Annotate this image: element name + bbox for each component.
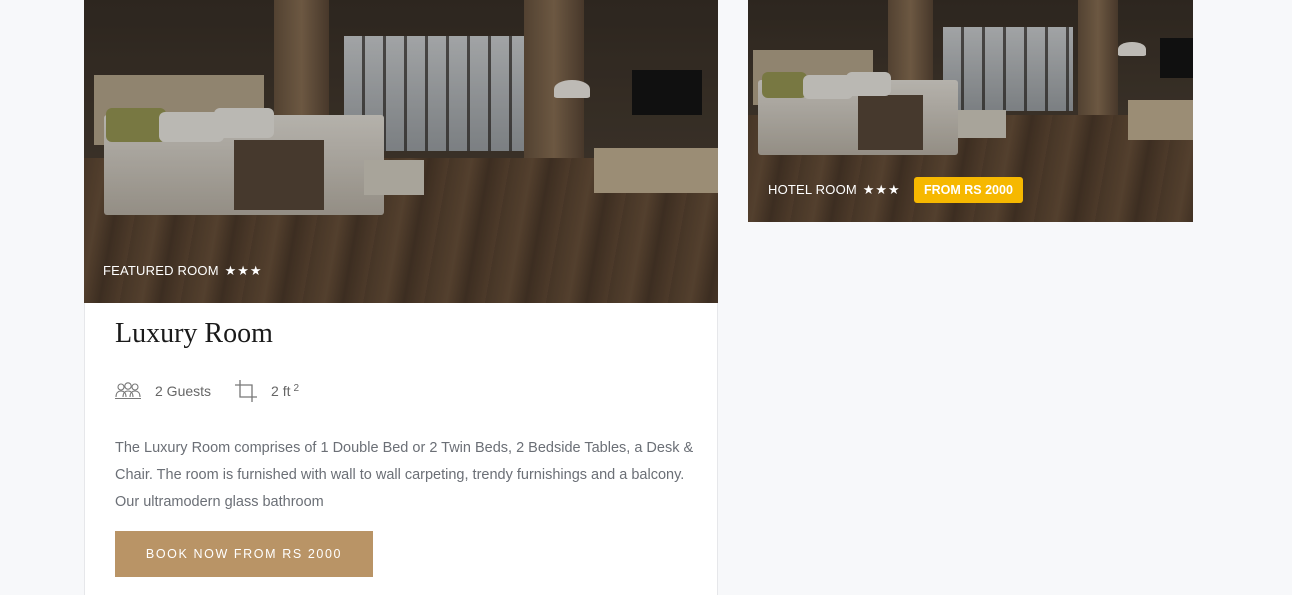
- guests-icon: [115, 382, 141, 400]
- area-info: 2 ft 2: [235, 380, 299, 402]
- hotel-room-card[interactable]: HOTEL ROOM ★★★ FROM RS 2000: [748, 0, 1193, 222]
- guests-info: 2 Guests: [115, 382, 211, 400]
- hotel-room-tag: HOTEL ROOM ★★★: [768, 182, 901, 198]
- star-icon: ★★★: [862, 182, 901, 197]
- hotel-room-image[interactable]: HOTEL ROOM ★★★ FROM RS 2000: [748, 0, 1193, 222]
- featured-room-image[interactable]: FEATURED ROOM ★★★: [84, 0, 718, 303]
- room-meta: 2 Guests 2 ft 2: [115, 380, 323, 402]
- featured-room-card: FEATURED ROOM ★★★ Luxury Room 2 Guests 2…: [84, 0, 718, 595]
- featured-room-tag: FEATURED ROOM ★★★: [103, 263, 263, 279]
- star-icon: ★★★: [224, 263, 263, 278]
- crop-area-icon: [235, 380, 258, 402]
- room-title[interactable]: Luxury Room: [115, 318, 273, 350]
- area-value: 2 ft: [271, 383, 291, 399]
- hotel-room-tag-label: HOTEL ROOM: [768, 182, 857, 197]
- price-badge: FROM RS 2000: [914, 177, 1023, 203]
- guests-label: 2 Guests: [155, 383, 212, 399]
- room-description: The Luxury Room comprises of 1 Double Be…: [115, 440, 694, 510]
- area-unit-superscript: 2: [293, 382, 300, 394]
- featured-room-tag-label: FEATURED ROOM: [103, 263, 219, 278]
- book-now-button[interactable]: BOOK NOW FROM RS 2000: [115, 531, 373, 577]
